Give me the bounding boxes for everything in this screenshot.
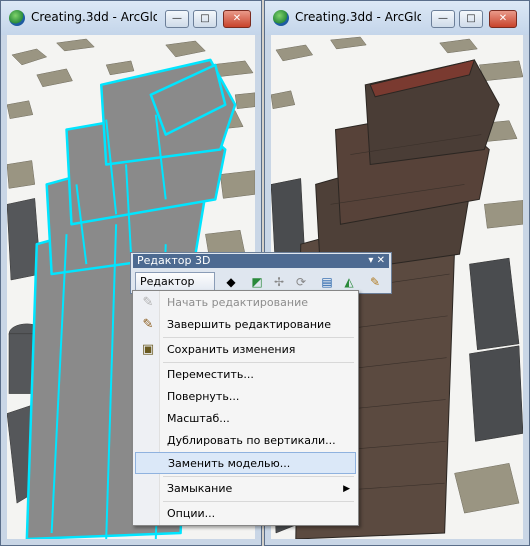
menu-item-start-editing[interactable]: ✎ Начать редактирование xyxy=(135,292,356,314)
left-window-titlebar[interactable]: Creating.3dd - ArcGlo — □ ✕ xyxy=(1,1,261,35)
editor-toolbar-controls[interactable]: ▾ ✕ xyxy=(368,254,385,268)
menu-item-options[interactable]: Опции... xyxy=(135,503,356,525)
menu-item-snapping[interactable]: Замыкание ▶ xyxy=(135,478,356,500)
edit-placement-icon[interactable]: ◆ xyxy=(221,272,241,292)
menu-separator xyxy=(163,476,354,477)
right-window-titlebar[interactable]: Creating.3dd - ArcGlo — □ ✕ xyxy=(265,1,529,35)
create-features-icon[interactable]: ✎ xyxy=(365,272,385,292)
arcglobe-icon xyxy=(273,10,289,26)
menu-item-move[interactable]: Переместить... xyxy=(135,364,356,386)
editor-toolbar-titlebar[interactable]: Редактор 3D ▾ ✕ xyxy=(133,254,389,268)
editor-3d-toolbar: Редактор 3D ▾ ✕ Редактор 3D ▾ ◆ ◩ ✢ ⟳ ▤ … xyxy=(130,252,392,306)
editor-toolbar-title: Редактор 3D xyxy=(137,254,211,267)
menu-item-replace-with-model[interactable]: Заменить моделью... xyxy=(135,452,356,474)
minimize-button[interactable]: — xyxy=(165,10,189,28)
sketch-properties-icon[interactable]: ◭ xyxy=(339,272,359,292)
editor-3d-dropdown-button[interactable]: Редактор 3D ▾ xyxy=(135,272,215,306)
menu-item-stop-editing[interactable]: ✎ Завершить редактирование xyxy=(135,314,356,336)
menu-item-scale[interactable]: Масштаб... xyxy=(135,408,356,430)
pencil-icon: ✎ xyxy=(142,295,154,310)
menu-item-duplicate-vertical[interactable]: Дублировать по вертикали... xyxy=(135,430,356,452)
rotate-icon[interactable]: ⟳ xyxy=(291,272,311,292)
maximize-button[interactable]: □ xyxy=(193,10,217,28)
close-button[interactable]: ✕ xyxy=(489,10,517,28)
menu-separator xyxy=(163,337,354,338)
attributes-icon[interactable]: ▤ xyxy=(317,272,337,292)
menu-item-rotate[interactable]: Повернуть... xyxy=(135,386,356,408)
maximize-button[interactable]: □ xyxy=(459,10,483,28)
right-window-title: Creating.3dd - ArcGlo xyxy=(295,10,421,24)
edit-vertices-icon[interactable]: ◩ xyxy=(247,272,267,292)
save-icon: ▣ xyxy=(141,342,155,357)
minimize-button[interactable]: — xyxy=(431,10,455,28)
menu-separator xyxy=(163,501,354,502)
pencil-stop-icon: ✎ xyxy=(142,317,154,332)
menu-item-save-edits[interactable]: ▣ Сохранить изменения xyxy=(135,339,356,361)
editor-3d-menu: ✎ Начать редактирование ✎ Завершить реда… xyxy=(132,290,359,526)
menu-separator xyxy=(163,362,354,363)
close-button[interactable]: ✕ xyxy=(223,10,251,28)
move-icon[interactable]: ✢ xyxy=(269,272,289,292)
left-window-title: Creating.3dd - ArcGlo xyxy=(31,10,157,24)
submenu-arrow-icon: ▶ xyxy=(343,484,350,494)
arcglobe-icon xyxy=(9,10,25,26)
